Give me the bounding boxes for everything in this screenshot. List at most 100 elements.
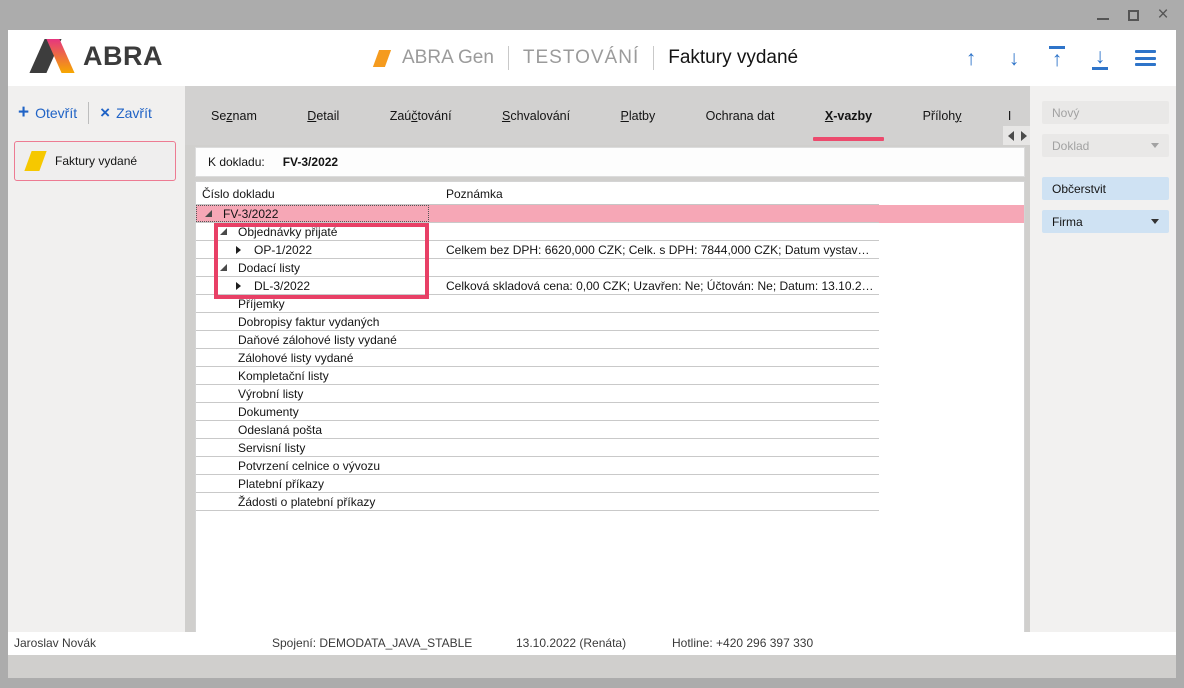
tab-x-vazby[interactable]: X-vazby	[821, 86, 876, 145]
document-number: FV-3/2022	[283, 155, 338, 169]
prev-record-icon[interactable]: ↑	[963, 48, 979, 69]
new-button-label: Nový	[1052, 106, 1079, 120]
hamburger-menu-icon[interactable]	[1135, 47, 1156, 70]
document-number-cell: Daňové zálohové listy vydané	[238, 333, 397, 347]
close-icon[interactable]: ×	[1156, 7, 1170, 23]
plus-icon: +	[18, 106, 29, 120]
tree-body: FV-3/2022 Objednávky přijaté OP-1/2022 C…	[196, 205, 1024, 511]
tree-row[interactable]: Objednávky přijaté	[196, 223, 1024, 241]
refresh-button[interactable]: Občerstvit	[1042, 177, 1169, 200]
collapse-icon[interactable]	[220, 228, 227, 235]
first-record-icon[interactable]: ↑	[1049, 46, 1065, 70]
scroll-tabs-left-icon[interactable]	[1008, 131, 1014, 141]
tree-row[interactable]: Výrobní listy	[196, 385, 1024, 403]
document-number-cell: Výrobní listy	[238, 387, 303, 401]
detail-tabbar: Seznam Detail Zaúčtování Schvalování Pla…	[185, 86, 1030, 145]
tree-row[interactable]: Potvrzení celnice o vývozu	[196, 457, 1024, 475]
document-number-cell: Objednávky přijaté	[238, 225, 337, 239]
document-number-cell: Dokumenty	[238, 405, 299, 419]
sidebar: + Otevřít × Zavřít Faktury vydané	[8, 86, 185, 655]
document-number-cell: Žádosti o platební příkazy	[238, 495, 375, 509]
abra-logo-icon	[30, 39, 74, 73]
close-agenda-button[interactable]: × Zavřít	[100, 105, 152, 121]
tree-row[interactable]: Žádosti o platební příkazy	[196, 493, 1024, 511]
agenda-tab-label: Faktury vydané	[55, 154, 137, 168]
header-breadcrumb: ABRA Gen TESTOVÁNÍ Faktury vydané	[376, 30, 798, 86]
sidebar-toolbar: + Otevřít × Zavřít	[18, 102, 152, 124]
action-panel: Nový Doklad Občerstvit Firma	[1030, 86, 1176, 655]
tree-row[interactable]: Kompletační listy	[196, 367, 1024, 385]
tree-row[interactable]: Příjemky	[196, 295, 1024, 313]
tree-row[interactable]: DL-3/2022 Celková skladová cena: 0,00 CZ…	[196, 277, 1024, 295]
tree-row[interactable]: OP-1/2022 Celkem bez DPH: 6620,000 CZK; …	[196, 241, 1024, 259]
status-hotline: Hotline: +420 296 397 330	[672, 636, 813, 650]
note-cell: Celkem bez DPH: 6620,000 CZK; Celk. s DP…	[446, 243, 874, 257]
window-controls: ×	[1096, 0, 1170, 30]
sidebar-item-faktury-vydane[interactable]: Faktury vydané	[14, 141, 176, 181]
app-body: + Otevřít × Zavřít Faktury vydané Seznam…	[8, 86, 1176, 655]
minimize-icon[interactable]	[1096, 7, 1110, 23]
tree-row[interactable]: FV-3/2022	[196, 205, 1024, 223]
tree-row[interactable]: Daňové zálohové listy vydané	[196, 331, 1024, 349]
next-record-icon[interactable]: ↓	[1006, 48, 1022, 69]
expand-icon[interactable]	[236, 246, 241, 254]
tree-row[interactable]: Servisní listy	[196, 439, 1024, 457]
page-title: Faktury vydané	[668, 47, 798, 69]
refresh-button-label: Občerstvit	[1052, 182, 1106, 196]
last-record-icon[interactable]: ↓	[1092, 46, 1108, 70]
tab-prilohy[interactable]: Přílohy	[919, 86, 966, 145]
tab-seznam[interactable]: Seznam	[207, 86, 261, 145]
tree-row[interactable]: Zálohové listy vydané	[196, 349, 1024, 367]
app-header: ABRA ABRA Gen TESTOVÁNÍ Faktury vydané ↑…	[8, 30, 1176, 86]
scroll-tabs-right-icon[interactable]	[1021, 131, 1027, 141]
document-number-cell: Servisní listy	[238, 441, 305, 455]
tree-row[interactable]: Dobropisy faktur vydaných	[196, 313, 1024, 331]
to-document-bar: K dokladu: FV-3/2022	[195, 147, 1025, 177]
firm-button-label: Firma	[1052, 215, 1083, 229]
document-number-cell: Dodací listy	[238, 261, 300, 275]
tab-ochrana-dat[interactable]: Ochrana dat	[702, 86, 779, 145]
tab-zauctovani[interactable]: Zaúčtování	[386, 86, 456, 145]
document-dropdown-button[interactable]: Doklad	[1042, 134, 1169, 157]
column-header-note[interactable]: Poznámka	[446, 187, 503, 201]
document-number-cell: OP-1/2022	[254, 243, 312, 257]
divider	[508, 46, 509, 70]
tree-row[interactable]: Dokumenty	[196, 403, 1024, 421]
document-number-cell: DL-3/2022	[254, 279, 310, 293]
tab-detail[interactable]: Detail	[303, 86, 343, 145]
divider	[653, 46, 654, 70]
record-navigation: ↑ ↓ ↑ ↓	[963, 30, 1156, 86]
agenda-icon	[24, 151, 46, 171]
expand-icon[interactable]	[236, 282, 241, 290]
chevron-down-icon	[1151, 219, 1159, 224]
document-number-cell: Příjemky	[238, 297, 285, 311]
status-user: Jaroslav Novák	[14, 636, 96, 650]
firm-dropdown-button[interactable]: Firma	[1042, 210, 1169, 233]
status-connection: Spojení: DEMODATA_JAVA_STABLE	[272, 636, 472, 650]
document-number-cell: Potvrzení celnice o vývozu	[238, 459, 380, 473]
open-agenda-label: Otevřít	[35, 105, 77, 121]
collapse-icon[interactable]	[220, 264, 227, 271]
os-titlebar: ×	[0, 0, 1184, 30]
column-header-document-number[interactable]: Číslo dokladu	[202, 187, 275, 201]
tab-scroll-buttons	[1003, 126, 1032, 145]
document-number-cell: Kompletační listy	[238, 369, 329, 383]
tab-schvalovani[interactable]: Schvalování	[498, 86, 574, 145]
document-number-cell: Platební příkazy	[238, 477, 324, 491]
tree-row[interactable]: Dodací listy	[196, 259, 1024, 277]
grid-header: Číslo dokladu Poznámka	[196, 182, 1024, 205]
abra-window: ABRA ABRA Gen TESTOVÁNÍ Faktury vydané ↑…	[8, 30, 1176, 678]
tree-row[interactable]: Odeslaná pošta	[196, 421, 1024, 439]
to-document-label: K dokladu:	[208, 155, 265, 169]
abra-logo: ABRA	[30, 39, 163, 73]
chevron-down-icon	[1151, 143, 1159, 148]
new-button[interactable]: Nový	[1042, 101, 1169, 124]
open-agenda-button[interactable]: + Otevřít	[18, 105, 77, 121]
tree-row[interactable]: Platební příkazy	[196, 475, 1024, 493]
status-date: 13.10.2022 (Renáta)	[516, 636, 626, 650]
document-number-cell: Dobropisy faktur vydaných	[238, 315, 379, 329]
document-number-cell: Odeslaná pošta	[238, 423, 322, 437]
tab-platby[interactable]: Platby	[617, 86, 660, 145]
environment-name: TESTOVÁNÍ	[523, 47, 639, 69]
maximize-icon[interactable]	[1126, 7, 1140, 23]
